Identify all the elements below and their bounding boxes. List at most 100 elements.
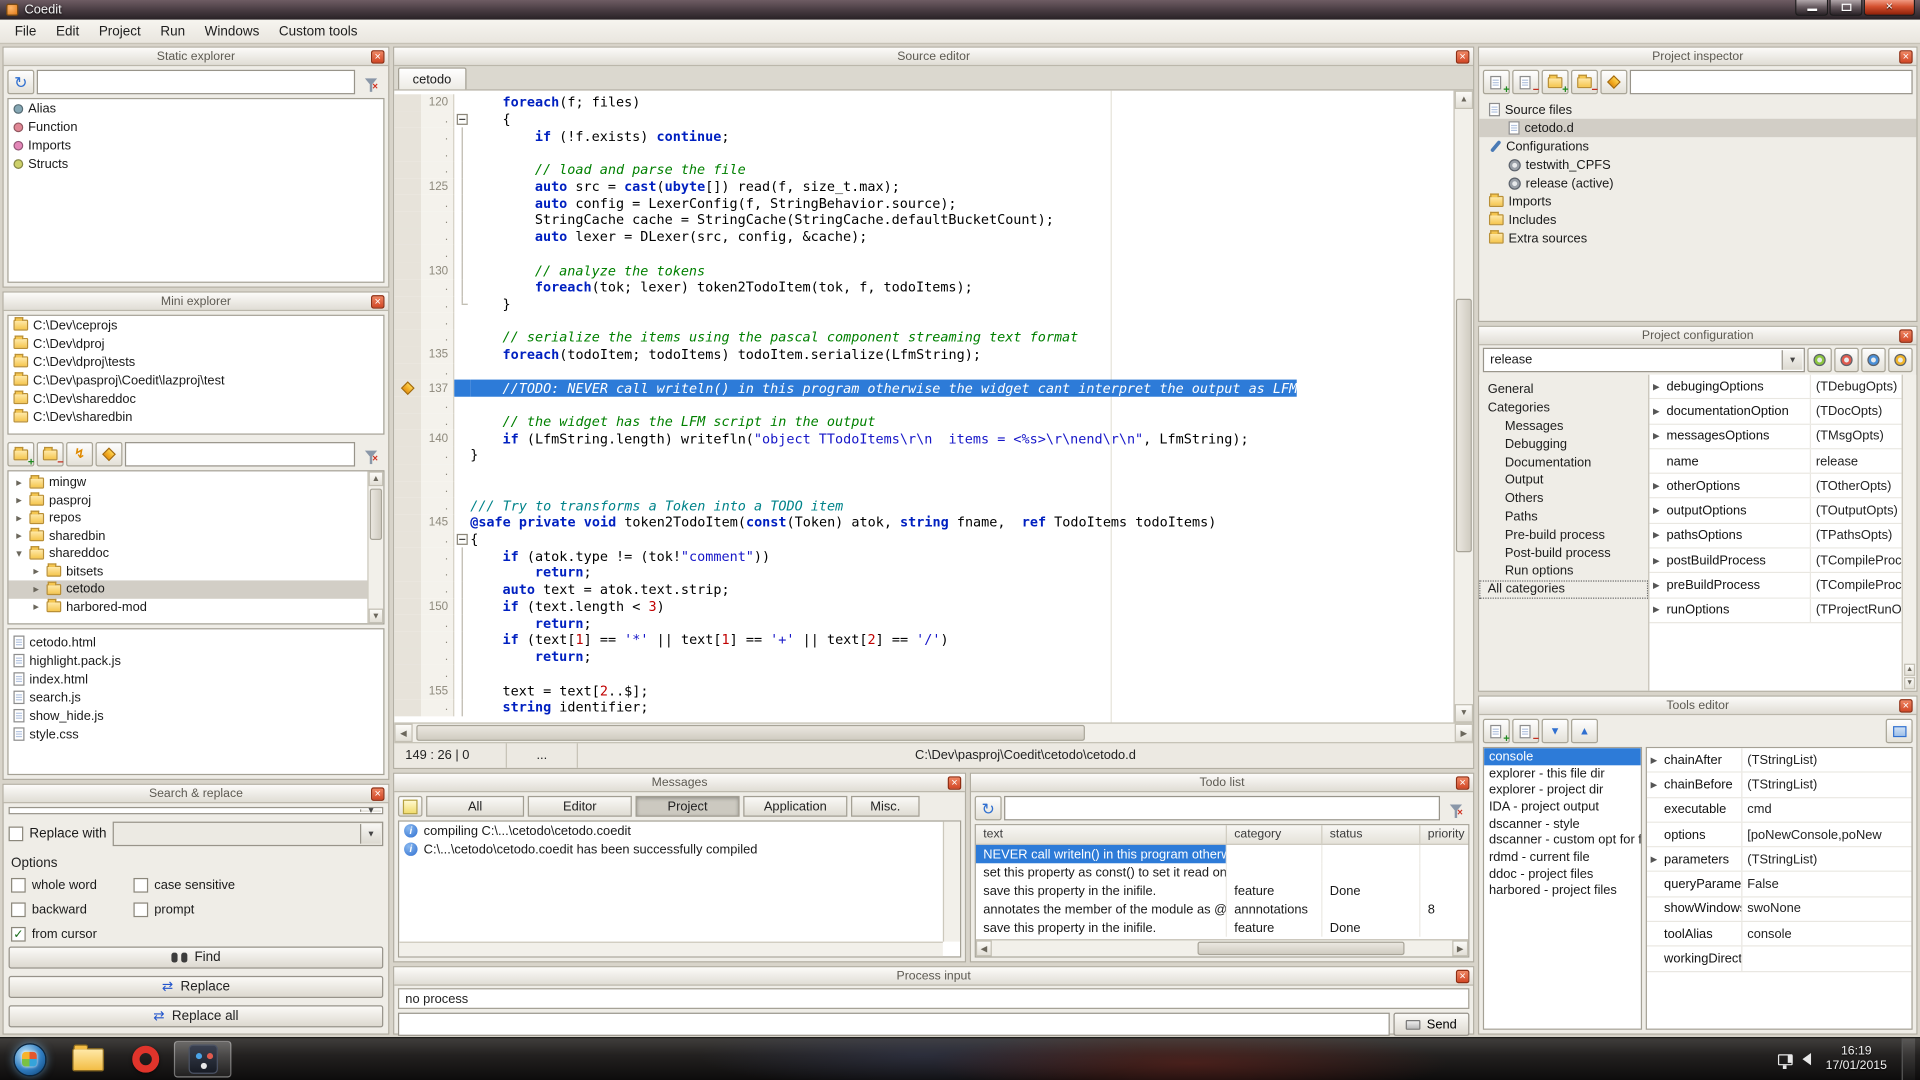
code-line[interactable]: 135foreach(todoItem; todoItems) todoItem… xyxy=(394,346,1473,363)
maximize-button[interactable] xyxy=(1829,0,1862,16)
expand-arrow-icon[interactable] xyxy=(1653,506,1660,516)
tool-item[interactable]: console xyxy=(1484,748,1641,765)
file-item[interactable]: search.js xyxy=(9,688,384,706)
expand-arrow-icon[interactable] xyxy=(1653,481,1660,491)
scroll-left-icon[interactable] xyxy=(394,724,412,742)
shell-open-button[interactable] xyxy=(66,442,93,466)
code-line[interactable]: .if (text[1] == '*' || text[1] == '+' ||… xyxy=(394,632,1473,649)
move-tool-down-button[interactable] xyxy=(1542,719,1569,743)
file-item[interactable]: highlight.pack.js xyxy=(9,651,384,669)
scroll-up-icon[interactable] xyxy=(369,471,384,486)
code-line[interactable]: ./// Try to transforms a Token into a TO… xyxy=(394,497,1473,514)
inspector-item[interactable]: Configurations xyxy=(1479,137,1916,155)
refresh-symbols-button[interactable] xyxy=(7,70,34,94)
remove-source-button[interactable]: − xyxy=(1512,70,1539,94)
close-panel-icon[interactable] xyxy=(1899,50,1912,63)
filter-button[interactable] xyxy=(358,442,385,466)
property-row[interactable]: runOptions(TProjectRunO xyxy=(1649,598,1901,623)
replace-term-combo[interactable] xyxy=(113,822,384,846)
config-category[interactable]: Paths xyxy=(1479,508,1648,526)
tree-toggle-icon[interactable] xyxy=(31,602,42,613)
start-button[interactable] xyxy=(0,1038,59,1080)
code-line[interactable]: .if (atok.type != (tok!"comment")) xyxy=(394,548,1473,565)
code-line[interactable]: .} xyxy=(394,447,1473,464)
tree-toggle-icon[interactable] xyxy=(31,584,42,595)
scroll-down-icon[interactable]: ▼ xyxy=(1904,677,1915,689)
explorer-tree-item[interactable]: harbored-mod xyxy=(9,598,384,616)
menu-item-custom-tools[interactable]: Custom tools xyxy=(269,21,367,41)
property-row[interactable]: namerelease xyxy=(1649,449,1901,474)
code-line[interactable]: 155text = text[2..$]; xyxy=(394,682,1473,699)
close-panel-icon[interactable] xyxy=(371,50,384,63)
property-row[interactable]: outputOptions(TOutputOpts) xyxy=(1649,499,1901,524)
messages-tab-misc[interactable]: Misc. xyxy=(851,796,920,817)
scroll-left-icon[interactable] xyxy=(976,940,992,956)
favorite-folder-item[interactable]: C:\Dev\pasproj\Coedit\lazproj\test xyxy=(9,371,384,389)
menu-item-run[interactable]: Run xyxy=(151,21,195,41)
todo-column-header[interactable]: text xyxy=(976,825,1227,843)
option-from-cursor[interactable]: from cursor xyxy=(11,927,133,942)
config-category[interactable]: Run options xyxy=(1479,562,1648,580)
menu-item-file[interactable]: File xyxy=(5,21,46,41)
scrollbar-thumb[interactable] xyxy=(370,489,382,540)
explorer-tree-item[interactable]: repos xyxy=(9,509,384,527)
tool-item[interactable]: IDA - project output xyxy=(1484,798,1641,815)
add-folder-button[interactable]: + xyxy=(1542,70,1569,94)
property-row[interactable]: postBuildProcess(TCompileProc xyxy=(1649,549,1901,574)
file-item[interactable]: index.html xyxy=(9,670,384,688)
fold-column[interactable] xyxy=(454,531,470,548)
scroll-right-icon[interactable] xyxy=(1455,724,1473,742)
messages-tab-project[interactable]: Project xyxy=(636,796,740,817)
inspector-item[interactable]: Extra sources xyxy=(1479,229,1916,247)
grid-scrollbar[interactable]: ▲ ▼ xyxy=(1902,375,1917,691)
code-line[interactable]: . xyxy=(394,481,1473,498)
move-tool-up-button[interactable] xyxy=(1571,719,1598,743)
code-line[interactable]: . xyxy=(394,145,1473,162)
explorer-tree-item[interactable]: cetodo xyxy=(9,580,384,598)
tree-toggle-icon[interactable] xyxy=(13,513,24,524)
scroll-up-icon[interactable] xyxy=(1455,91,1473,109)
favorite-folder-item[interactable]: C:\Dev\dproj xyxy=(9,334,384,352)
tool-item[interactable]: dscanner - custom opt for file xyxy=(1484,832,1641,849)
property-row[interactable]: otherOptions(TOtherOpts) xyxy=(1649,474,1901,499)
explorer-tree-item[interactable]: mingw xyxy=(9,474,384,492)
property-row[interactable]: chainAfter(TStringList) xyxy=(1647,748,1912,773)
option-prompt[interactable]: prompt xyxy=(133,902,380,917)
tool-item[interactable]: rdmd - current file xyxy=(1484,849,1641,866)
close-panel-icon[interactable] xyxy=(371,295,384,308)
message-item[interactable]: C:\...\cetodo\cetodo.coedit has been suc… xyxy=(399,840,943,858)
todo-row[interactable]: NEVER call writeln() in this program oth… xyxy=(976,845,1468,863)
close-panel-icon[interactable] xyxy=(1456,970,1469,983)
scrollbar-thumb[interactable] xyxy=(1456,299,1472,552)
config-category[interactable]: General xyxy=(1479,381,1648,399)
expand-arrow-icon[interactable] xyxy=(1651,755,1658,765)
config-category[interactable]: Output xyxy=(1479,471,1648,489)
code-line[interactable]: .{ xyxy=(394,111,1473,128)
show-desktop-button[interactable] xyxy=(1902,1038,1915,1080)
static-symbol-item[interactable]: Alias xyxy=(9,99,384,117)
todo-column-header[interactable]: category xyxy=(1227,825,1323,843)
property-row[interactable]: chainBefore(TStringList) xyxy=(1647,773,1912,798)
messages-tab-all[interactable]: All xyxy=(426,796,524,817)
messages-tab-application[interactable]: Application xyxy=(743,796,847,817)
taskbar-explorer-button[interactable] xyxy=(59,1041,117,1078)
expand-arrow-icon[interactable] xyxy=(1653,531,1660,541)
favorite-folder-item[interactable]: C:\Dev\sharedbin xyxy=(9,408,384,426)
favorite-folder-item[interactable]: C:\Dev\ceprojs xyxy=(9,316,384,334)
inspector-item[interactable]: cetodo.d xyxy=(1479,119,1916,137)
replace-all-button[interactable]: Replace all xyxy=(9,1005,384,1027)
code-line[interactable]: 145@safe private void token2TodoItem(con… xyxy=(394,514,1473,531)
code-line[interactable]: .// the widget has the LFM script in the… xyxy=(394,413,1473,430)
file-item[interactable]: show_hide.js xyxy=(9,707,384,725)
config-category[interactable]: Pre-build process xyxy=(1479,526,1648,544)
fold-toggle-icon[interactable] xyxy=(457,114,468,125)
property-row[interactable]: queryParametFalse xyxy=(1647,872,1912,897)
close-panel-icon[interactable] xyxy=(1456,776,1469,789)
config-category[interactable]: Debugging xyxy=(1479,435,1648,453)
property-row[interactable]: executablecmd xyxy=(1647,798,1912,823)
filter-button[interactable] xyxy=(1442,796,1469,820)
sync-configuration-button[interactable] xyxy=(1888,348,1912,372)
remove-folder-button[interactable]: − xyxy=(1571,70,1598,94)
todo-filter-input[interactable] xyxy=(1004,796,1440,820)
add-configuration-button[interactable] xyxy=(1807,348,1831,372)
